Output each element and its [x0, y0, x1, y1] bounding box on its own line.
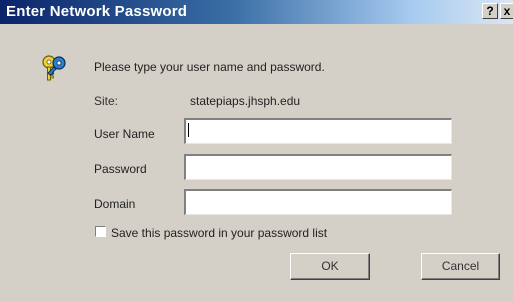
ok-button[interactable]: OK — [290, 253, 370, 280]
domain-label: Domain — [94, 197, 136, 211]
close-button[interactable]: x — [500, 3, 513, 19]
window-title: Enter Network Password — [6, 3, 188, 20]
prompt-text: Please type your user name and password. — [94, 60, 325, 74]
save-password-label[interactable]: Save this password in your password list — [111, 226, 327, 240]
site-value: statepiaps.jhsph.edu — [190, 94, 301, 108]
password-input[interactable] — [184, 154, 452, 180]
username-input[interactable] — [184, 118, 452, 144]
domain-input[interactable] — [184, 189, 452, 215]
title-bar[interactable]: Enter Network Password ? x — [0, 0, 513, 24]
network-password-dialog: Enter Network Password ? x Please type y… — [0, 0, 513, 301]
site-label: Site: — [94, 94, 119, 108]
cancel-button[interactable]: Cancel — [421, 253, 500, 280]
password-label: Password — [94, 162, 147, 176]
username-label: User Name — [94, 127, 155, 141]
text-cursor — [188, 123, 189, 137]
save-password-checkbox[interactable] — [95, 226, 106, 237]
keys-icon — [42, 55, 66, 81]
help-button[interactable]: ? — [482, 3, 498, 19]
